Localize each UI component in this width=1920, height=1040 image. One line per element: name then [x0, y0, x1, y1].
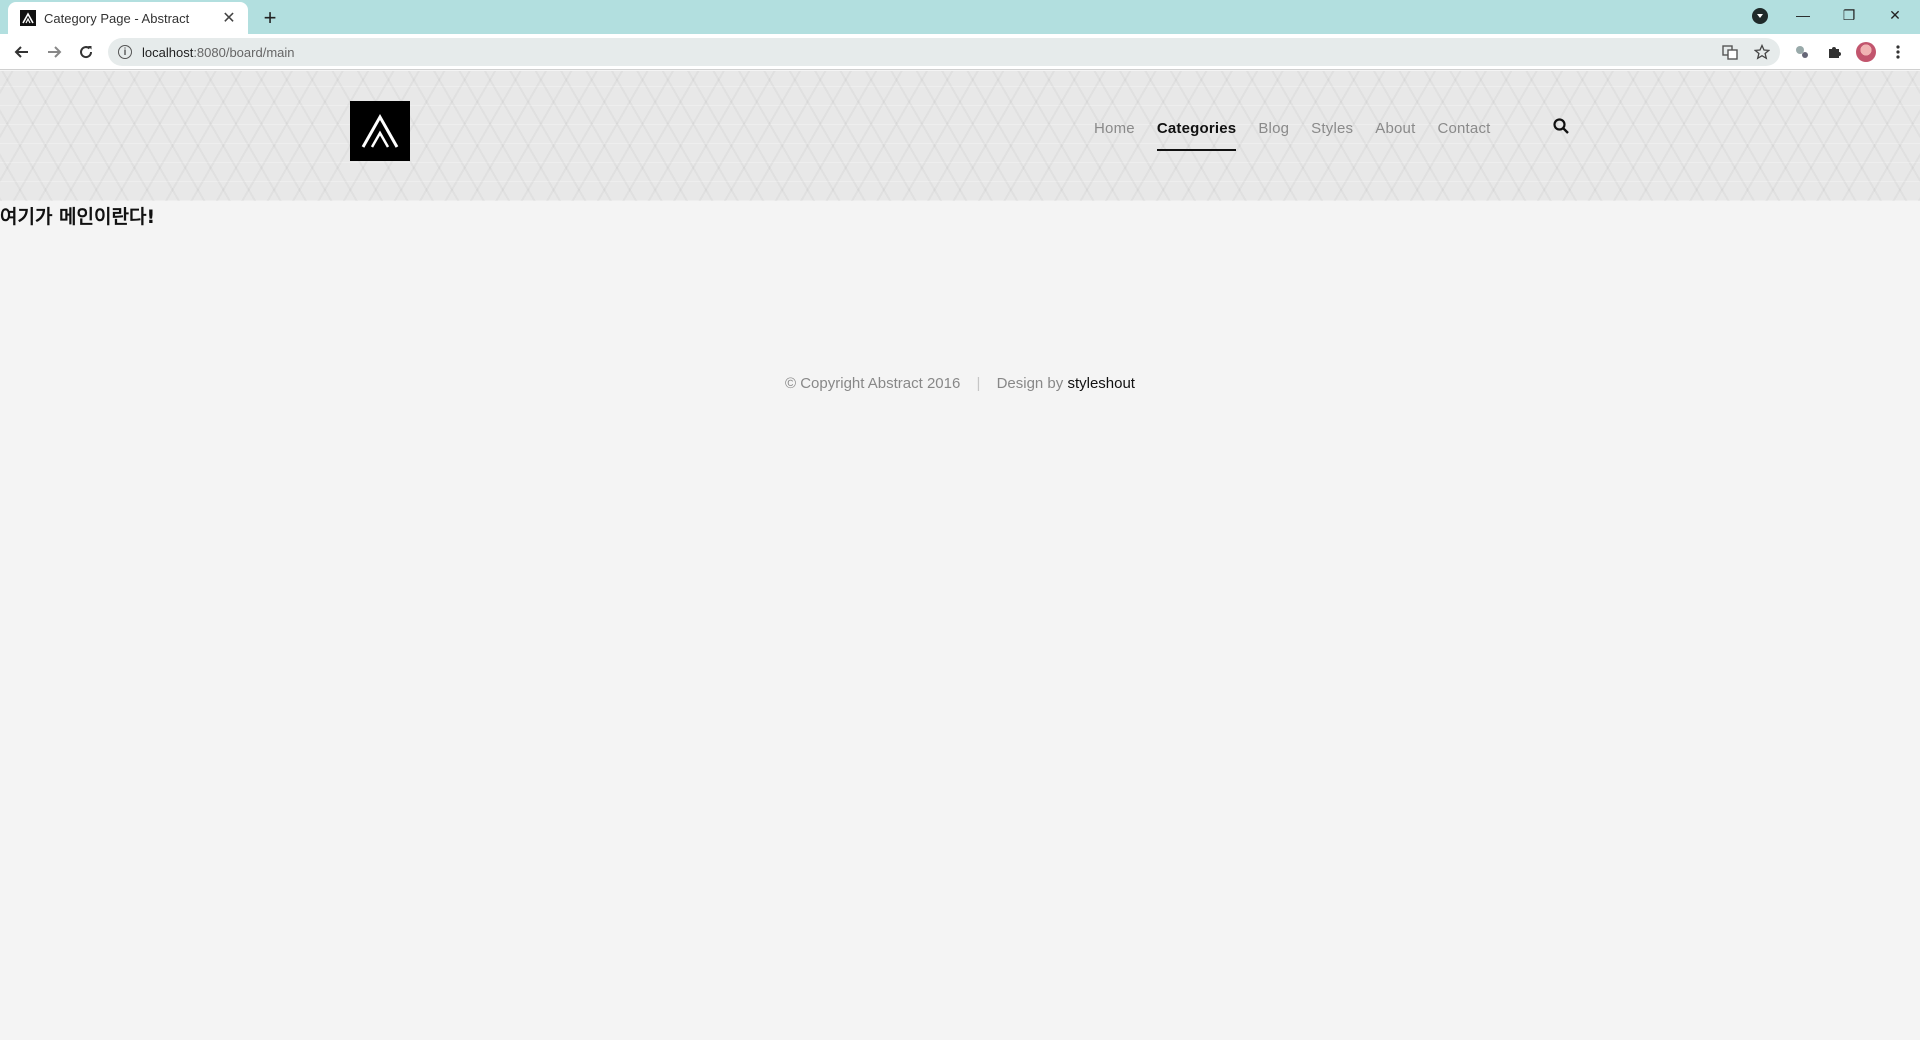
site-logo[interactable]	[350, 101, 410, 161]
reload-icon[interactable]	[74, 40, 98, 64]
nav-contact[interactable]: Contact	[1437, 120, 1490, 137]
url-text: localhost:8080/board/main	[142, 44, 295, 60]
footer-separator: |	[976, 375, 981, 392]
forward-arrow-icon[interactable]	[42, 40, 66, 64]
minimize-icon[interactable]: —	[1780, 0, 1826, 30]
page-heading: 여기가 메인이란다!	[0, 206, 156, 228]
new-tab-button[interactable]: +	[258, 5, 282, 30]
translate-icon[interactable]	[1718, 40, 1742, 64]
tab-close-icon[interactable]: ✕	[220, 9, 238, 27]
nav-about[interactable]: About	[1375, 120, 1415, 137]
site-header: Home Categories Blog Styles About Contac…	[0, 71, 1920, 201]
footer-design-link[interactable]: styleshout	[1067, 375, 1135, 392]
nav-blog[interactable]: Blog	[1258, 120, 1289, 137]
browser-tabstrip: Category Page - Abstract ✕ + — ❐ ✕	[0, 0, 1920, 34]
address-bar[interactable]: i localhost:8080/board/main	[108, 38, 1780, 66]
tab-title: Category Page - Abstract	[44, 10, 190, 26]
browser-tab[interactable]: Category Page - Abstract ✕	[8, 2, 248, 34]
footer-design-prefix: Design by	[996, 375, 1064, 392]
search-icon[interactable]	[1552, 117, 1572, 137]
restore-icon[interactable]: ❐	[1826, 0, 1872, 30]
profile-avatar[interactable]	[1856, 42, 1876, 62]
browser-toolbar: i localhost:8080/board/main	[0, 34, 1920, 70]
nav-styles[interactable]: Styles	[1311, 120, 1353, 137]
browser-menu-icon[interactable]	[1886, 40, 1910, 64]
extension-icon[interactable]	[1790, 40, 1814, 64]
nav-categories[interactable]: Categories	[1156, 120, 1237, 151]
main-nav: Home Categories Blog Styles About Contac…	[1094, 113, 1513, 151]
site-footer: © Copyright Abstract 2016 | Design by st…	[0, 375, 1920, 392]
back-arrow-icon[interactable]	[10, 40, 34, 64]
abstract-logo-icon	[361, 113, 399, 148]
close-window-icon[interactable]: ✕	[1872, 0, 1918, 30]
tab-search-icon[interactable]	[1752, 8, 1768, 24]
nav-home[interactable]: Home	[1094, 120, 1135, 137]
site-favicon-icon	[20, 10, 36, 26]
bookmark-star-icon[interactable]	[1750, 40, 1774, 64]
footer-copyright: © Copyright Abstract 2016	[785, 375, 961, 392]
extensions-icon[interactable]	[1822, 40, 1846, 64]
site-info-icon[interactable]: i	[118, 45, 132, 59]
